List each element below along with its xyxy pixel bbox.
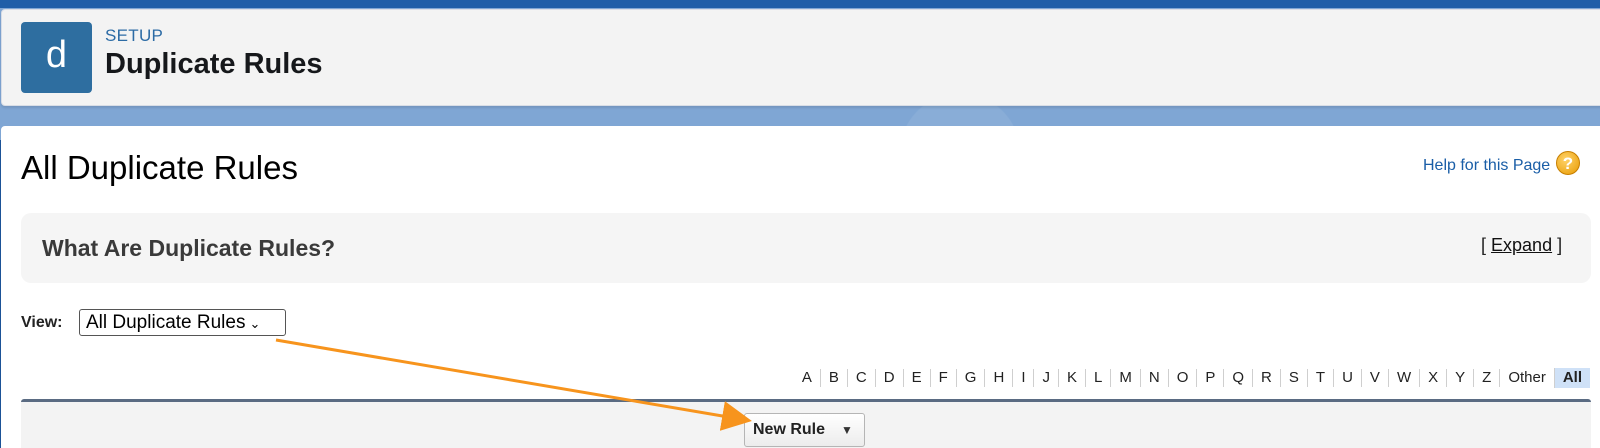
alphabet-filter-x[interactable]: X [1419,369,1446,387]
alphabet-filter-q[interactable]: Q [1223,369,1252,387]
view-select-value: All Duplicate Rules [86,312,246,333]
alphabet-filter-u[interactable]: U [1333,369,1361,387]
alphabet-filter-t[interactable]: T [1306,369,1333,387]
alphabet-filter-a[interactable]: A [794,369,820,387]
alphabet-filter: A B C D E F G H I J K L M N O P Q R S T U V W X Y Z Other All [794,368,1590,388]
alphabet-filter-b[interactable]: B [819,369,847,387]
alphabet-filter-z[interactable]: Z [1473,369,1499,387]
alphabet-filter-v[interactable]: V [1360,369,1388,387]
expand-link[interactable]: Expand [1491,235,1552,255]
duplicate-rules-icon: d [21,22,92,93]
header-eyebrow: SETUP [105,26,164,45]
new-rule-button[interactable]: New Rule ▼ [744,413,865,447]
bracket-open: [ [1481,235,1487,255]
alphabet-filter-j[interactable]: J [1033,369,1058,387]
help-link[interactable]: Help for this Page [1423,157,1550,175]
alphabet-filter-c[interactable]: C [846,369,875,387]
alphabet-filter-m[interactable]: M [1110,369,1140,387]
alphabet-filter-g[interactable]: G [955,369,985,387]
info-panel-title: What Are Duplicate Rules? [42,235,336,261]
caret-down-icon[interactable]: ▼ [841,423,853,437]
alphabet-filter-w[interactable]: W [1387,369,1419,387]
alphabet-filter-d[interactable]: D [874,369,903,387]
question-icon[interactable]: ? [1556,151,1580,175]
header-title: Duplicate Rules [105,48,323,80]
alphabet-filter-o[interactable]: O [1167,369,1197,387]
view-select[interactable]: All Duplicate Rules ⌄ [79,309,286,336]
alphabet-filter-other[interactable]: Other [1499,369,1554,387]
view-label: View: [21,314,63,331]
alphabet-filter-l[interactable]: L [1085,369,1110,387]
bracket-close: ] [1557,235,1563,255]
alphabet-filter-f[interactable]: F [929,369,956,387]
page-title: All Duplicate Rules [21,149,298,186]
alphabet-filter-n[interactable]: N [1139,369,1168,387]
alphabet-filter-k[interactable]: K [1057,369,1085,387]
alphabet-filter-i[interactable]: I [1012,369,1033,387]
alphabet-filter-y[interactable]: Y [1446,369,1473,387]
alphabet-filter-all[interactable]: All [1553,368,1590,388]
alphabet-filter-e[interactable]: E [902,369,930,387]
expand-control: [ Expand ] [1481,235,1562,256]
alphabet-filter-r[interactable]: R [1252,369,1280,387]
chevron-down-icon: ⌄ [249,316,261,331]
alphabet-filter-s[interactable]: S [1279,369,1307,387]
new-rule-label: New Rule [753,421,826,438]
alphabet-filter-h[interactable]: H [984,369,1012,387]
alphabet-filter-p[interactable]: P [1196,369,1223,387]
